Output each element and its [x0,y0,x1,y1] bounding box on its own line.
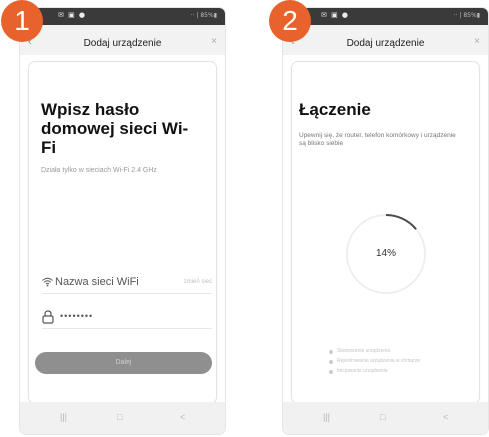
app-bar: ‹ Dodaj urządzenie × [283,25,488,55]
step-label: Skanowanie urządzenia [337,348,391,354]
step-dot-icon [329,350,333,354]
close-icon[interactable]: × [211,36,217,47]
home-icon[interactable]: □ [117,412,122,422]
close-icon[interactable]: × [474,36,480,47]
progress-percent: 14% [375,248,396,259]
list-item: Rejestrowanie urządzenia w chmurze [329,358,479,368]
wifi-band-note: Działa tylko w sieciach Wi-Fi 2.4 GHz [41,167,157,174]
step-dot-icon [329,360,333,364]
lock-icon [42,310,54,324]
wifi-row-divider [42,293,212,294]
home-icon[interactable]: □ [380,412,385,422]
phone-screen-2: ✉ ▣ ● ·· | 85%▮ ‹ Dodaj urządzenie × Łąc… [283,8,488,434]
status-icons: ✉ ▣ ● [321,11,350,19]
back-icon[interactable]: < [443,412,448,422]
recent-apps-icon[interactable]: ||| [60,412,67,422]
page-title: Dodaj urządzenie [83,38,162,49]
step-badge-1: 1 [1,0,43,42]
connecting-heading: Łączenie [299,100,371,119]
app-bar: ‹ Dodaj urządzenie × [20,25,225,55]
proximity-note: Upewnij się, że router, telefon komórkow… [299,132,456,147]
list-item: Skanowanie urządzenia [329,348,479,358]
status-battery: ·· | 85%▮ [453,12,480,19]
connection-steps: Skanowanie urządzenia Rejestrowanie urzą… [329,348,479,378]
status-icons: ✉ ▣ ● [58,11,87,19]
system-nav-bar: ||| □ < [20,402,225,434]
wifi-icon [42,277,53,290]
wifi-password-heading: Wpisz hasło domowej sieci Wi-Fi [41,100,189,157]
step-dot-icon [329,370,333,374]
page-title: Dodaj urządzenie [346,38,425,49]
status-battery: ·· | 85%▮ [190,12,217,19]
step-badge-2: 2 [269,0,311,42]
next-button[interactable]: Dalej [35,352,212,374]
status-bar: ✉ ▣ ● ·· | 85%▮ [20,8,225,25]
recent-apps-icon[interactable]: ||| [323,412,330,422]
step-label: Inicjowanie urządzenia [337,368,388,374]
password-row-divider [42,328,212,329]
wifi-network-name: Nazwa sieci WiFi [55,276,139,288]
password-field[interactable]: •••••••• [42,310,212,326]
status-bar: ✉ ▣ ● ·· | 85%▮ [283,8,488,25]
back-icon[interactable]: < [180,412,185,422]
wifi-network-row[interactable]: Nazwa sieci WiFi zmień sieć [42,275,212,291]
change-network-link[interactable]: zmień sieć [184,279,212,285]
step-label: Rejestrowanie urządzenia w chmurze [337,358,421,364]
list-item: Inicjowanie urządzenia [329,368,479,378]
system-nav-bar: ||| □ < [283,402,488,434]
password-value: •••••••• [60,311,94,321]
